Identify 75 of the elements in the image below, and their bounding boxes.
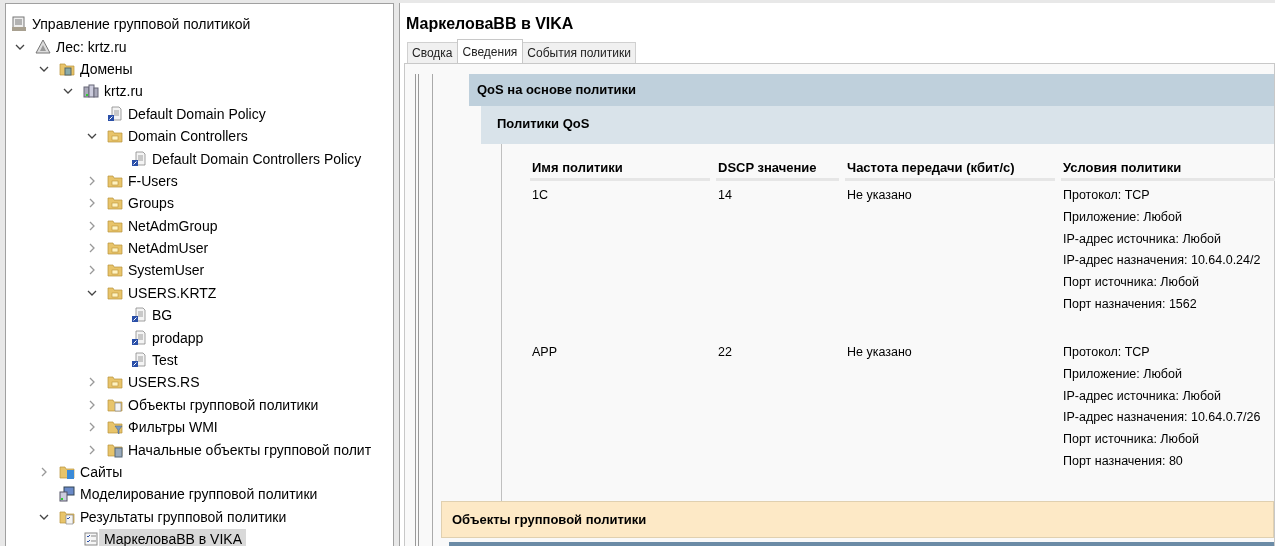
document-icon [131,329,147,346]
tree-item[interactable]: BG [6,304,393,327]
condition-text: IP-адрес назначения: 10.64.0.24/2 [1063,253,1262,270]
condition-text: IP-адрес источника: Любой [1063,231,1223,248]
condition-text: Приложение: Любой [1063,366,1183,383]
tree-item[interactable]: USERS.RS [6,371,393,394]
folder-icon [107,262,123,279]
tab[interactable]: События политики [522,42,636,63]
folder-icon [107,396,123,413]
folder-icon [107,284,123,301]
table-cell-text: 22 [717,344,733,361]
tree-item[interactable]: Groups [6,192,393,215]
folder-icon [107,128,123,145]
tree-item[interactable]: Начальные объекты групповой полит [6,438,393,461]
column-header: DSCP значение [716,158,839,181]
tree-item[interactable]: Управление групповой политикой [6,13,393,36]
tree-item[interactable]: krtz.ru [6,80,393,103]
section-header: Объекты групповой политики [441,501,1274,538]
folder-icon [107,217,123,234]
tree-item[interactable]: Результаты групповой политики [6,505,393,528]
tab[interactable]: Сведения [456,39,524,63]
table-cell-text: Не указано [846,187,913,204]
computer-icon [59,486,75,503]
condition-text: Порт назначения: 1562 [1063,297,1198,313]
tree-item[interactable]: Default Domain Policy [6,102,393,125]
server-icon [83,83,99,100]
document-icon [131,352,147,369]
tree-item[interactable]: prodapp [6,326,393,349]
folder-icon [59,464,75,480]
tree-item[interactable]: SystemUser [6,259,393,282]
column-header: Частота передачи (кбит/с) [845,158,1055,181]
section-header: QoS на основе политики [469,74,1274,106]
column-header: Имя политики [530,158,710,181]
table-cell-text: 1C [531,187,549,204]
folder-icon [59,60,75,77]
tree-item[interactable]: Default Domain Controllers Policy [6,147,393,170]
folder-icon [107,240,123,257]
tree-item[interactable]: Моделирование групповой политики [6,483,393,506]
tab[interactable]: Сводка [407,42,458,63]
window-title: МаркеловаBB в VIKA [405,14,575,34]
tree-item[interactable]: Лес: krtz.ru [6,35,393,58]
table-cell-text: 14 [717,187,733,204]
table-cell-text: Не указано [846,344,913,361]
tree-item[interactable]: F-Users [6,169,393,193]
condition-text: IP-адрес источника: Любой [1063,388,1223,405]
condition-text: Порт источника: Любой [1063,275,1201,292]
document-icon [107,105,123,122]
tree-item[interactable]: Сайты [6,460,393,484]
condition-text: Порт назначения: 80 [1063,454,1184,470]
tree-item[interactable]: Домены [6,57,393,81]
tree-item[interactable]: Test [6,348,393,372]
folder-icon [107,441,123,458]
condition-text: Порт источника: Любой [1063,432,1201,449]
condition-text: Приложение: Любой [1063,209,1183,226]
folder-icon [107,374,123,391]
folder-icon [107,172,123,189]
tree-item[interactable]: Domain Controllers [6,124,393,148]
condition-text: Протокол: TCP [1063,188,1151,204]
tree-item[interactable]: Фильтры WMI [6,416,393,439]
tree-item[interactable]: NetAdmGroup [6,214,393,237]
document-icon [131,150,147,167]
tree-item[interactable]: USERS.KRTZ [6,281,393,305]
column-header: Условия политики [1061,158,1275,181]
document-icon [131,307,147,324]
subsection-header: Политики QoS [481,106,1274,144]
folder-icon [59,508,75,525]
table-cell-text: APP [531,344,558,361]
folder-icon [107,419,123,436]
folder-icon [107,195,123,212]
tree-item[interactable]: Объекты групповой политики [6,393,393,417]
scroll-icon [11,16,27,33]
tree-item[interactable]: NetAdmUser [6,236,393,260]
triangle-icon [35,38,51,55]
condition-text: IP-адрес назначения: 10.64.0.7/26 [1063,410,1262,427]
condition-text: Протокол: TCP [1063,345,1151,361]
